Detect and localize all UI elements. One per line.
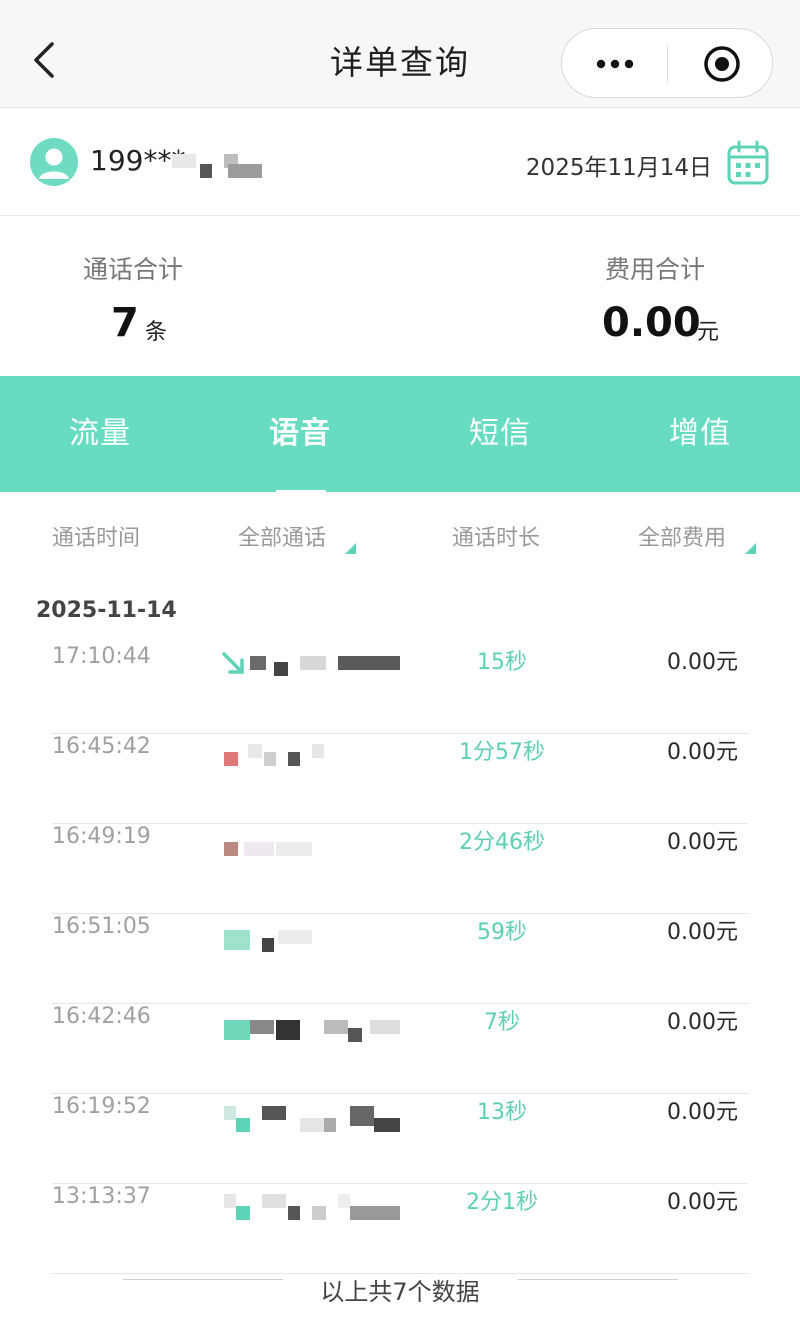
group-date: 2025-11-14 bbox=[36, 598, 177, 623]
call-record-row[interactable]: 16:51:05 59秒 0.00元 bbox=[52, 914, 748, 1004]
call-fee: 0.00元 bbox=[667, 1010, 738, 1035]
call-type-filter-icon[interactable] bbox=[345, 543, 356, 554]
footer-divider-right bbox=[518, 1279, 678, 1280]
masked-phone-number bbox=[224, 1100, 404, 1132]
col-header-duration: 通话时长 bbox=[452, 526, 541, 551]
fee-total-value: 0.00 bbox=[602, 300, 701, 346]
calls-total-value: 7 bbox=[111, 300, 139, 346]
calls-total-unit: 条 bbox=[145, 320, 168, 345]
masked-phone-number bbox=[224, 1190, 404, 1220]
call-time: 16:45:42 bbox=[52, 734, 151, 759]
col-header-call-type[interactable]: 全部通话 bbox=[238, 520, 326, 552]
col-header-time: 通话时间 bbox=[52, 526, 141, 551]
category-tabs: 流量 语音 短信 增值 bbox=[0, 376, 800, 492]
target-circle-icon[interactable] bbox=[692, 41, 752, 87]
call-record-row[interactable]: 13:13:37 2分1秒 0.00元 bbox=[52, 1184, 748, 1274]
call-duration: 13秒 bbox=[477, 1100, 527, 1125]
call-record-row[interactable]: 16:49:19 2分46秒 0.00元 bbox=[52, 824, 748, 914]
user-info-row: 199*** 2025年11月14日 bbox=[0, 108, 800, 216]
masked-phone-number bbox=[224, 1010, 404, 1042]
call-time: 16:42:46 bbox=[52, 1004, 151, 1029]
call-duration: 2分1秒 bbox=[466, 1190, 538, 1215]
call-record-row[interactable]: 16:45:42 1分57秒 0.00元 bbox=[52, 734, 748, 824]
nav-header: 详单查询 bbox=[0, 0, 800, 108]
masked-phone-number bbox=[224, 920, 404, 952]
call-fee: 0.00元 bbox=[667, 740, 738, 765]
call-time: 17:10:44 bbox=[52, 644, 151, 669]
tab-voice[interactable]: 语音 bbox=[200, 376, 400, 492]
call-duration: 59秒 bbox=[477, 920, 527, 945]
col-header-fee[interactable]: 全部费用 bbox=[638, 520, 726, 552]
call-fee: 0.00元 bbox=[667, 1100, 738, 1125]
call-fee: 0.00元 bbox=[667, 650, 738, 675]
call-duration: 15秒 bbox=[477, 650, 527, 675]
call-time: 16:49:19 bbox=[52, 824, 151, 849]
call-time: 16:51:05 bbox=[52, 914, 151, 939]
call-record-row[interactable]: 17:10:44 15秒 0.00元 bbox=[52, 644, 748, 734]
masked-phone-number bbox=[222, 650, 404, 676]
capsule-divider bbox=[667, 45, 668, 83]
more-dots-icon[interactable] bbox=[584, 41, 646, 87]
fee-filter-icon[interactable] bbox=[745, 543, 756, 554]
call-fee: 0.00元 bbox=[667, 920, 738, 945]
fee-total-unit: 元 bbox=[697, 320, 720, 345]
user-avatar-icon bbox=[30, 138, 78, 186]
calendar-icon[interactable] bbox=[726, 140, 770, 186]
call-duration: 7秒 bbox=[484, 1010, 520, 1035]
call-record-row[interactable]: 16:42:46 7秒 0.00元 bbox=[52, 1004, 748, 1094]
active-tab-indicator bbox=[276, 490, 326, 494]
call-record-row[interactable]: 16:19:52 13秒 0.00元 bbox=[52, 1094, 748, 1184]
masked-phone-number bbox=[224, 830, 404, 856]
total-records-text: 以上共7个数据 bbox=[320, 1278, 480, 1306]
call-fee: 0.00元 bbox=[667, 830, 738, 855]
call-time: 16:19:52 bbox=[52, 1094, 151, 1119]
fee-total-label: 费用合计 bbox=[605, 255, 706, 284]
masked-phone-number bbox=[224, 740, 404, 766]
calls-total-label: 通话合计 bbox=[83, 255, 184, 284]
call-time: 13:13:37 bbox=[52, 1184, 151, 1209]
call-fee: 0.00元 bbox=[667, 1190, 738, 1215]
query-date[interactable]: 2025年11月14日 bbox=[526, 148, 712, 182]
tab-sms[interactable]: 短信 bbox=[400, 376, 600, 492]
call-duration: 2分46秒 bbox=[459, 830, 545, 855]
call-duration: 1分57秒 bbox=[459, 740, 545, 765]
incoming-call-arrow-icon bbox=[222, 652, 244, 674]
masked-digits bbox=[172, 154, 264, 178]
mini-program-capsule bbox=[561, 28, 773, 98]
tab-value-added[interactable]: 增值 bbox=[600, 376, 800, 492]
tab-data[interactable]: 流量 bbox=[0, 376, 200, 492]
summary-section: 通话合计 7 条 费用合计 0.00 元 bbox=[0, 216, 800, 376]
